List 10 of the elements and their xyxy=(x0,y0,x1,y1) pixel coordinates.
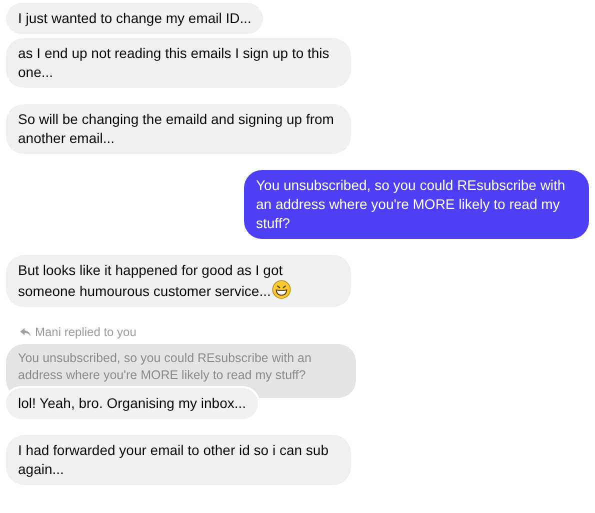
message-bubble: I had forwarded your email to other id so i can sub again... xyxy=(6,435,351,485)
message-bubble: You unsubscribed, so you could REsubscribe with an address where you're MORE likely to read my stuff? xyxy=(244,170,589,239)
emoji-icon xyxy=(272,280,291,299)
reply-label: Mani replied to you xyxy=(35,324,136,341)
message-bubble: I just wanted to change my email ID... xyxy=(6,3,264,34)
message-bubble: as I end up not reading this emails I sign up to this one... xyxy=(6,38,351,88)
message-bubble: lol! Yeah, bro. Organising my inbox... xyxy=(6,388,258,419)
message-bubble: So will be changing the emaild and signing up from another email... xyxy=(6,104,351,154)
message-bubble: But looks like it happened for good as I got someone humourous customer service... xyxy=(6,255,351,307)
reply-icon xyxy=(20,328,31,336)
